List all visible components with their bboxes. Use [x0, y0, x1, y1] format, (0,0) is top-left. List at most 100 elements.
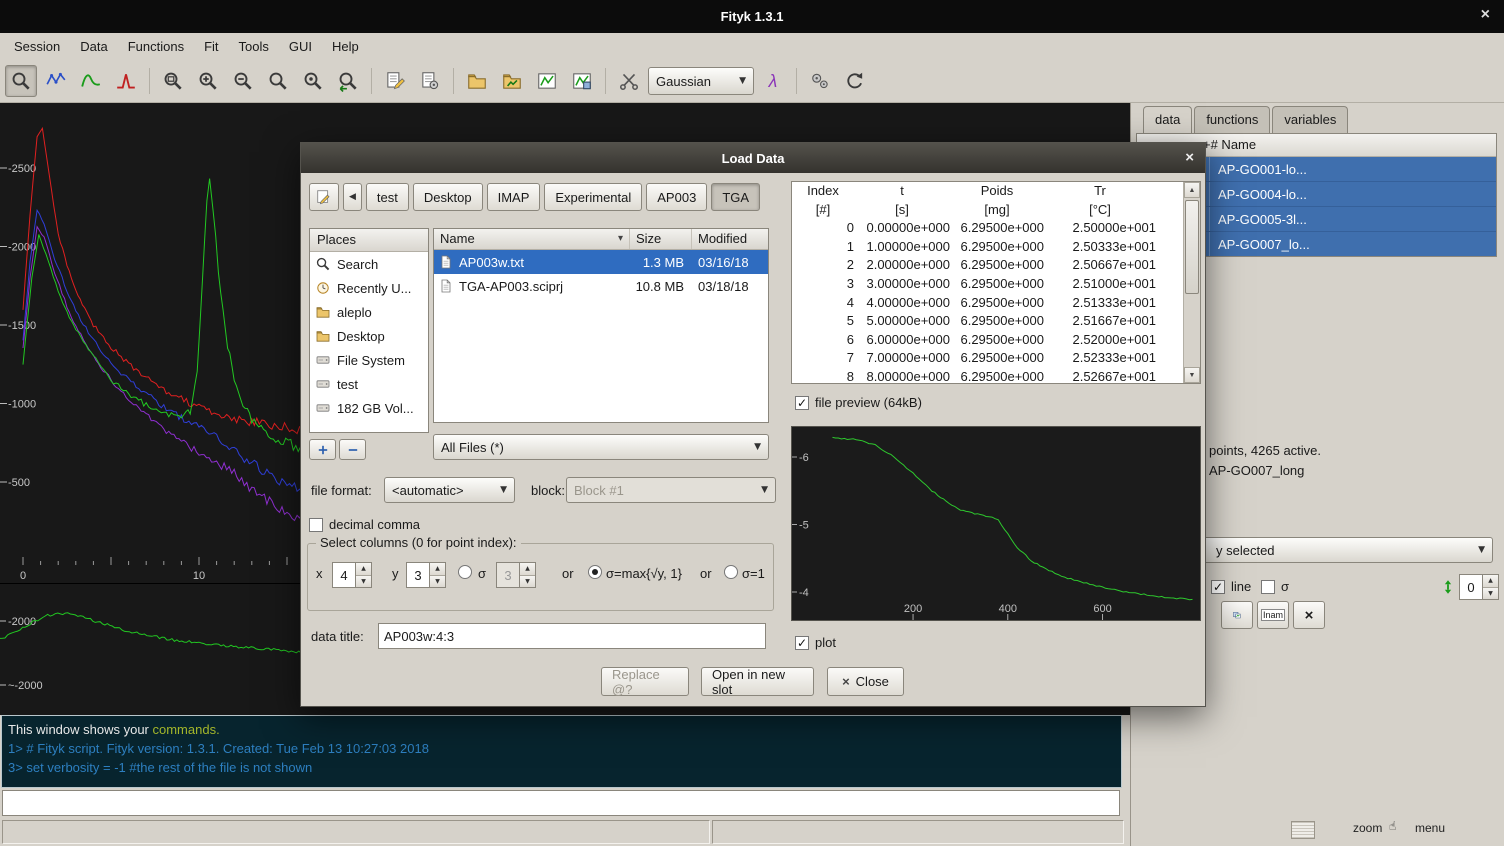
- decimal-comma-checkbox[interactable]: decimal comma: [309, 517, 420, 532]
- add-function-button[interactable]: λ: [757, 65, 789, 97]
- data-title-input[interactable]: AP003w:4:3: [378, 623, 766, 649]
- place-item-test[interactable]: test: [310, 372, 428, 396]
- path-segment-desktop[interactable]: Desktop: [413, 183, 483, 211]
- path-segment-test[interactable]: test: [366, 183, 409, 211]
- tab-data[interactable]: data: [1143, 106, 1192, 133]
- delete-dataset-button[interactable]: ×: [1293, 601, 1325, 629]
- save-session-button[interactable]: [531, 65, 563, 97]
- preview-cell: 2.51333e+001: [1044, 294, 1156, 313]
- spin-down-icon[interactable]: [520, 576, 535, 588]
- file-preview-table[interactable]: IndextPoidsTr[#][s][mg][°C]00.00000e+000…: [791, 181, 1201, 384]
- path-segment-ap003[interactable]: AP003: [646, 183, 707, 211]
- plot-checkbox[interactable]: plot: [795, 635, 836, 650]
- zoom-selected-button[interactable]: [297, 65, 329, 97]
- replace-button[interactable]: Replace @?: [601, 667, 689, 696]
- sigma-sqrt-radio[interactable]: [588, 565, 602, 579]
- path-segment-imap[interactable]: IMAP: [487, 183, 541, 211]
- zoom-out-button[interactable]: [227, 65, 259, 97]
- file-preview-checkbox[interactable]: file preview (64kB): [795, 395, 922, 410]
- spin-up-icon[interactable]: [1483, 575, 1498, 588]
- spin-down-icon[interactable]: [430, 576, 445, 588]
- place-item-file-system[interactable]: File System: [310, 348, 428, 372]
- close-button[interactable]: × Close: [827, 667, 904, 696]
- place-item-desktop[interactable]: Desktop: [310, 324, 428, 348]
- add-peak-mode-button[interactable]: [110, 65, 142, 97]
- baseline-mode-button[interactable]: [75, 65, 107, 97]
- sigma-checkbox[interactable]: σ: [1261, 579, 1289, 594]
- file-row-tga-ap003-sciprj[interactable]: TGA-AP003.sciprj10.8 MB03/18/18: [434, 274, 768, 298]
- column-size[interactable]: Size: [630, 229, 692, 249]
- grip-button[interactable]: [1291, 821, 1315, 839]
- line-checkbox[interactable]: line: [1211, 579, 1251, 594]
- tab-variables[interactable]: variables: [1272, 106, 1348, 133]
- zoom-mode-button[interactable]: [5, 65, 37, 97]
- file-filter-select[interactable]: All Files (*): [433, 434, 769, 460]
- block-select[interactable]: Block #1: [566, 477, 776, 503]
- menu-session[interactable]: Session: [4, 35, 70, 58]
- toolbar-separator: [796, 68, 797, 94]
- undo-fit-button[interactable]: [839, 65, 871, 97]
- rename-dataset-button[interactable]: Inam: [1257, 601, 1289, 629]
- zoom-in-button[interactable]: [192, 65, 224, 97]
- titlebar[interactable]: Fityk 1.3.1 ×: [0, 0, 1504, 33]
- y-column-spinner[interactable]: 3: [406, 562, 446, 588]
- dialog-titlebar[interactable]: Load Data ×: [301, 143, 1205, 173]
- execute-script-button[interactable]: [414, 65, 446, 97]
- function-type-select[interactable]: Gaussian: [648, 67, 754, 95]
- zoom-all-button[interactable]: [157, 65, 189, 97]
- zoom-default-button[interactable]: [262, 65, 294, 97]
- window-close-button[interactable]: ×: [1481, 6, 1490, 24]
- tab-functions[interactable]: functions: [1194, 106, 1270, 133]
- edit-script-button[interactable]: [379, 65, 411, 97]
- menu-functions[interactable]: Functions: [118, 35, 194, 58]
- spin-down-icon[interactable]: [1483, 588, 1498, 600]
- sigma-column-radio[interactable]: [458, 565, 472, 579]
- sigma-one-radio[interactable]: [724, 565, 738, 579]
- file-row-ap003w-txt[interactable]: AP003w.txt1.3 MB03/16/18: [434, 250, 768, 274]
- place-item-recently-u[interactable]: Recently U...: [310, 276, 428, 300]
- menu-fit[interactable]: Fit: [194, 35, 228, 58]
- spin-up-icon[interactable]: [520, 563, 535, 576]
- menu-tools[interactable]: Tools: [229, 35, 279, 58]
- file-format-select[interactable]: <automatic>: [384, 477, 515, 503]
- place-item-aleplo[interactable]: aleplo: [310, 300, 428, 324]
- path-segment-tga[interactable]: TGA: [711, 183, 760, 211]
- previous-zoom-button[interactable]: [332, 65, 364, 97]
- type-path-button[interactable]: [309, 183, 339, 211]
- path-segment-experimental[interactable]: Experimental: [544, 183, 642, 211]
- spin-up-icon[interactable]: [356, 563, 371, 576]
- scrollbar-track[interactable]: [1184, 198, 1200, 367]
- data-range-mode-button[interactable]: [40, 65, 72, 97]
- menu-help[interactable]: Help: [322, 35, 369, 58]
- preview-table-scrollbar[interactable]: [1183, 182, 1200, 383]
- point-size-spinner[interactable]: 0: [1459, 574, 1499, 600]
- spin-down-icon[interactable]: [356, 576, 371, 588]
- add-place-button[interactable]: [309, 439, 336, 460]
- place-item-search[interactable]: Search: [310, 252, 428, 276]
- open-in-new-slot-button[interactable]: Open in new slot: [701, 667, 814, 696]
- console-output[interactable]: This window shows your commands. 1> # Fi…: [1, 715, 1122, 788]
- scrollbar-thumb[interactable]: [1185, 200, 1199, 294]
- menu-data[interactable]: Data: [70, 35, 117, 58]
- scroll-up-icon[interactable]: [1184, 182, 1200, 198]
- column-modified[interactable]: Modified: [692, 229, 768, 249]
- menu-gui[interactable]: GUI: [279, 35, 322, 58]
- spin-up-icon[interactable]: [430, 563, 445, 576]
- remove-place-button[interactable]: [339, 439, 366, 460]
- command-input[interactable]: [2, 790, 1120, 816]
- open-project-button[interactable]: [496, 65, 528, 97]
- load-data-button[interactable]: [461, 65, 493, 97]
- x-column-spinner[interactable]: 4: [332, 562, 372, 588]
- path-back-button[interactable]: [343, 183, 362, 211]
- preview-table-row: 33.00000e+0006.29500e+0002.51000e+001: [792, 275, 1183, 294]
- data-transform-button[interactable]: [613, 65, 645, 97]
- run-fit-button[interactable]: [804, 65, 836, 97]
- place-item-182-gb-vol[interactable]: 182 GB Vol...: [310, 396, 428, 420]
- dialog-close-button[interactable]: ×: [1185, 149, 1194, 166]
- point-stretch-icon[interactable]: [1439, 578, 1457, 596]
- column-name[interactable]: Name: [434, 229, 630, 249]
- dataset-view-button[interactable]: [1221, 601, 1253, 629]
- save-session-as-button[interactable]: [566, 65, 598, 97]
- sigma-column-spinner[interactable]: 3: [496, 562, 536, 588]
- scroll-down-icon[interactable]: [1184, 367, 1200, 383]
